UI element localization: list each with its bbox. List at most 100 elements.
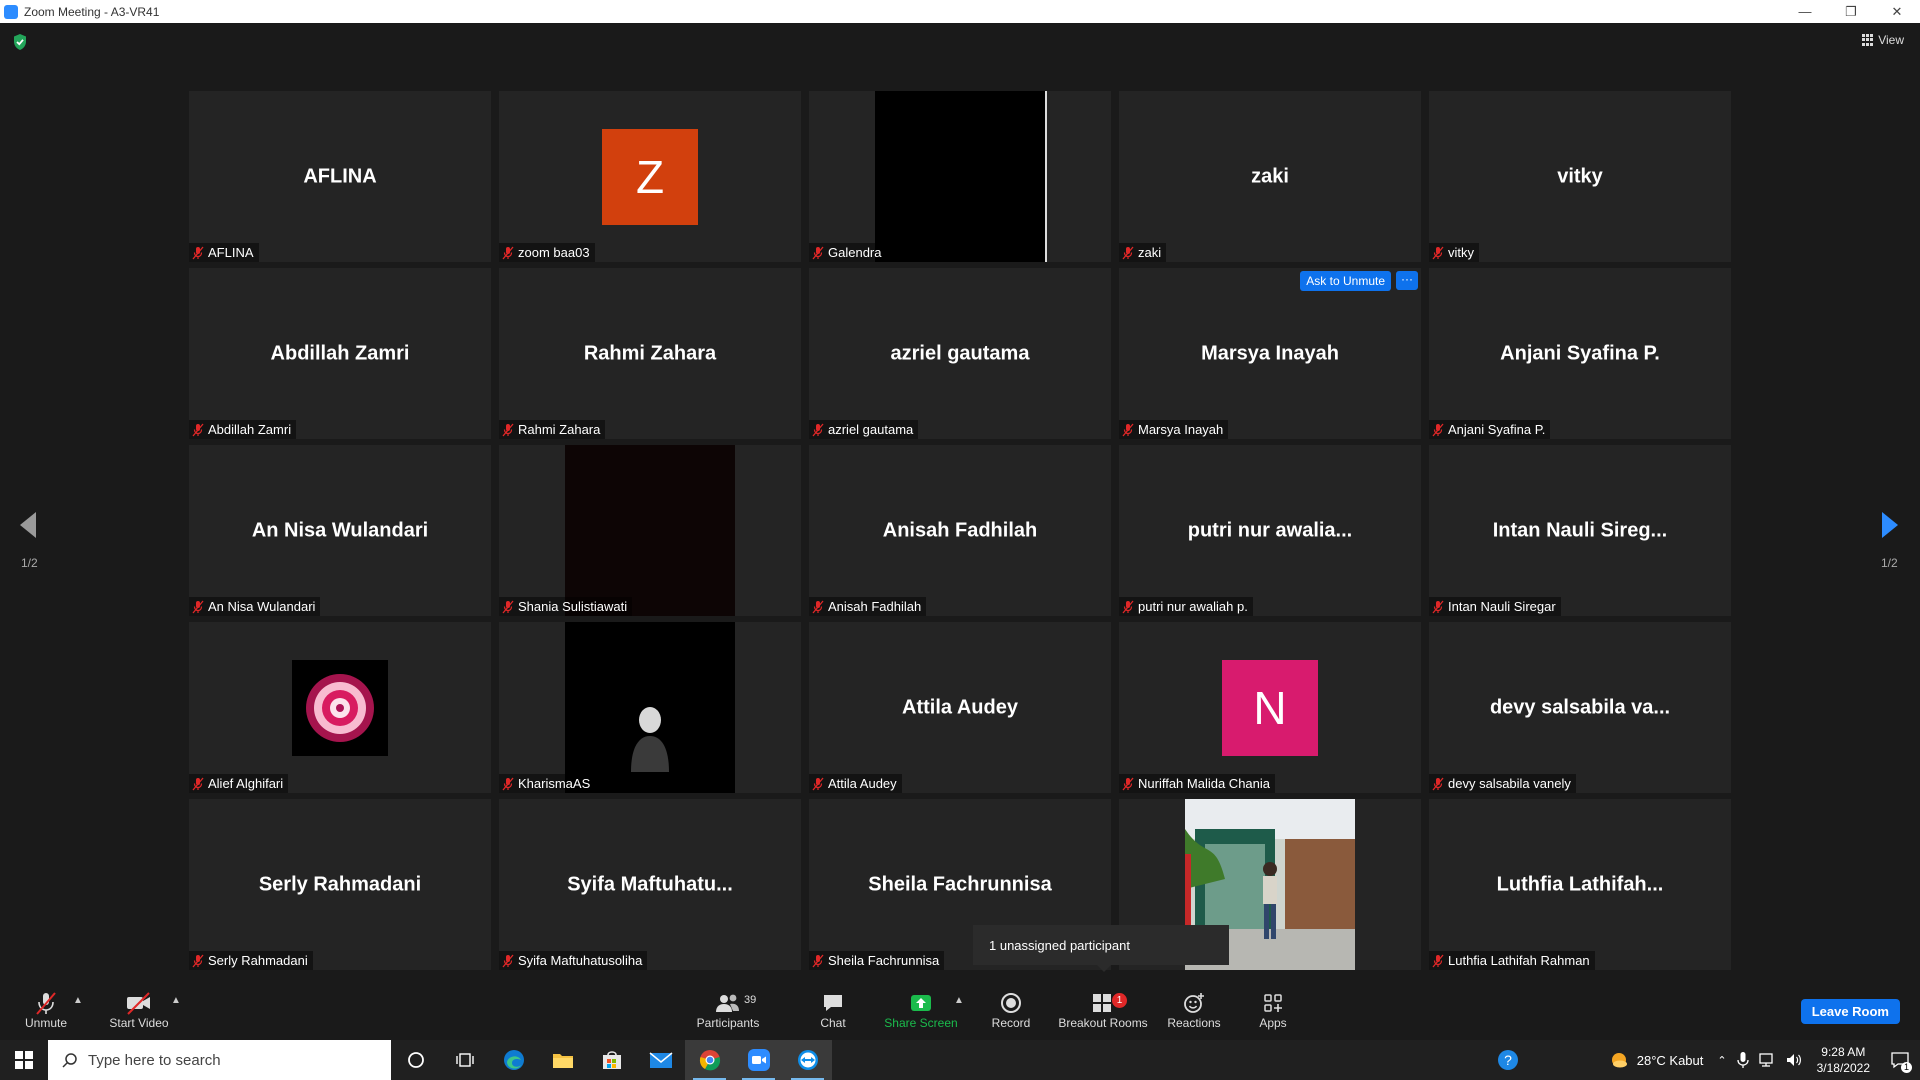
participant-tile[interactable]: Serly Rahmadani Serly Rahmadani (189, 799, 491, 970)
mic-muted-icon (812, 246, 824, 259)
participant-tile[interactable]: AFLINA AFLINA (189, 91, 491, 262)
help-question-icon[interactable]: ? (1497, 1049, 1519, 1071)
participant-display-name: Luthfia Lathifah... (1496, 873, 1664, 895)
participant-name: devy salsabila vanely (1448, 776, 1571, 791)
share-options-caret-icon[interactable]: ▲ (954, 995, 964, 1006)
meeting-toolbar: Unmute ▲ Start Video ▲ Participants 39 C… (0, 980, 1920, 1040)
store-bag-icon (602, 1051, 621, 1069)
participant-tile[interactable]: Abdillah Zamri Abdillah Zamri (189, 268, 491, 439)
start-video-button[interactable]: Start Video (104, 980, 174, 1040)
taskbar-app-chrome[interactable] (685, 1040, 734, 1080)
ask-to-unmute-button[interactable]: Ask to Unmute (1300, 271, 1391, 291)
audio-options-caret-icon[interactable]: ▲ (73, 995, 83, 1006)
network-icon[interactable] (1758, 1052, 1777, 1068)
participant-name-label: Marsya Inayah (1119, 420, 1229, 439)
participant-tile[interactable]: KharismaAS (499, 622, 801, 793)
participant-name: zaki (1138, 245, 1162, 260)
participant-tile[interactable]: zaki zaki (1119, 91, 1421, 262)
search-icon (62, 1053, 77, 1068)
minimize-icon[interactable]: — (1782, 0, 1828, 23)
participant-tile[interactable]: Anisah Fadhilah Anisah Fadhilah (809, 445, 1111, 616)
participant-name-label: zoom baa03 (499, 243, 595, 262)
record-button[interactable]: Record (986, 980, 1036, 1040)
participant-tile[interactable]: Rahmi Zahara Rahmi Zahara (499, 268, 801, 439)
taskbar-app-mail[interactable] (636, 1040, 685, 1080)
close-icon[interactable]: ✕ (1874, 0, 1920, 23)
person-silhouette-icon (631, 707, 669, 772)
taskbar-app-edge[interactable] (489, 1040, 538, 1080)
mic-muted-icon (1122, 423, 1134, 436)
participant-tile[interactable]: Z zoom baa03 (499, 91, 801, 262)
chat-button[interactable]: Chat (807, 980, 859, 1040)
apps-button[interactable]: Apps (1251, 980, 1295, 1040)
cortana-circle-icon (407, 1052, 424, 1068)
taskbar-app-teamviewer[interactable] (783, 1040, 832, 1080)
participants-button[interactable]: Participants (693, 980, 763, 1040)
video-options-caret-icon[interactable]: ▲ (171, 995, 181, 1006)
participant-tile[interactable]: Ask to Unmute ··· Marsya Inayah Marsya I… (1119, 268, 1421, 439)
participant-tile[interactable]: azriel gautama azriel gautama (809, 268, 1111, 439)
microphone-tray-icon[interactable] (1736, 1051, 1749, 1069)
participant-tile[interactable]: Luthfia Lathifah... Luthfia Lathifah Rah… (1429, 799, 1731, 970)
action-center-button[interactable]: 1 (1880, 1040, 1920, 1080)
next-page-arrow-icon[interactable] (1880, 510, 1900, 540)
view-label: View (1878, 33, 1904, 47)
windows-logo-icon (15, 1051, 33, 1069)
system-clock[interactable]: 9:28 AM 3/18/2022 (1817, 1044, 1870, 1076)
share-screen-button[interactable]: Share Screen (882, 980, 960, 1040)
participant-name: Alief Alghifari (208, 776, 284, 791)
participant-name: putri nur awaliah p. (1138, 599, 1248, 614)
taskbar-search-box[interactable]: Type here to search (48, 1040, 391, 1080)
mic-muted-icon (502, 600, 514, 613)
participant-display-name: zaki (1251, 165, 1289, 187)
share-screen-label: Share Screen (884, 1016, 958, 1030)
participant-tile[interactable]: Alief Alghifari (189, 622, 491, 793)
task-view-icon (455, 1053, 474, 1067)
restore-icon[interactable]: ❐ (1828, 0, 1874, 23)
participant-tile[interactable]: N Nuriffah Malida Chania (1119, 622, 1421, 793)
weather-text[interactable]: 28°C Kabut (1637, 1053, 1704, 1068)
apps-icon (1264, 994, 1282, 1012)
participant-name-label: Galendra (809, 243, 887, 262)
participant-display-name: Anisah Fadhilah (882, 519, 1038, 541)
participants-label: Participants (696, 1016, 760, 1030)
participant-tile[interactable]: devy salsabila va... devy salsabila vane… (1429, 622, 1731, 793)
participant-tile[interactable]: putri nur awalia... putri nur awaliah p. (1119, 445, 1421, 616)
mic-muted-icon (192, 777, 204, 790)
weather-sun-cloud-icon (1611, 1053, 1627, 1068)
mic-muted-icon (812, 600, 824, 613)
participant-avatar: Z (602, 128, 698, 225)
taskbar-app-file-explorer[interactable] (538, 1040, 587, 1080)
encryption-shield-icon[interactable] (12, 33, 28, 51)
taskbar-app-zoom[interactable] (734, 1040, 783, 1080)
participant-name: KharismaAS (518, 776, 591, 791)
previous-page-arrow-icon[interactable] (18, 510, 38, 540)
reactions-button[interactable]: Reactions (1165, 980, 1223, 1040)
task-view-button[interactable] (440, 1040, 489, 1080)
participant-name-label: Shania Sulistiawati (499, 597, 633, 616)
participant-tile[interactable]: vitky vitky (1429, 91, 1731, 262)
mic-muted-icon (1432, 423, 1444, 436)
participant-tile[interactable]: Attila Audey Attila Audey (809, 622, 1111, 793)
participant-display-name: Sheila Fachrunnisa (868, 873, 1052, 895)
participant-tile[interactable]: Anjani Syafina P. Anjani Syafina P. (1429, 268, 1731, 439)
leave-room-button[interactable]: Leave Room (1800, 999, 1900, 1024)
participant-tile[interactable]: Intan Nauli Sireg... Intan Nauli Siregar (1429, 445, 1731, 616)
unmute-button[interactable]: Unmute (18, 980, 74, 1040)
volume-speaker-icon[interactable] (1785, 1052, 1803, 1068)
cortana-button[interactable] (391, 1040, 440, 1080)
breakout-rooms-button[interactable]: Breakout Rooms (1057, 980, 1149, 1040)
start-button[interactable] (0, 1040, 48, 1080)
participant-tile[interactable]: An Nisa Wulandari An Nisa Wulandari (189, 445, 491, 616)
taskbar-app-store[interactable] (587, 1040, 636, 1080)
participant-display-name: Abdillah Zamri (270, 342, 410, 364)
view-button[interactable]: View (1862, 33, 1904, 47)
mic-muted-icon (502, 423, 514, 436)
participant-tile[interactable]: Syifa Maftuhatu... Syifa Maftuhatusoliha (499, 799, 801, 970)
participant-tile[interactable]: Galendra (809, 91, 1111, 262)
participant-tile[interactable]: Shania Sulistiawati (499, 445, 801, 616)
show-hidden-icons-chevron-icon[interactable]: ⌃ (1717, 1054, 1726, 1067)
more-options-button[interactable]: ··· (1396, 271, 1418, 290)
reactions-label: Reactions (1167, 1016, 1221, 1030)
participant-name-label: putri nur awaliah p. (1119, 597, 1253, 616)
